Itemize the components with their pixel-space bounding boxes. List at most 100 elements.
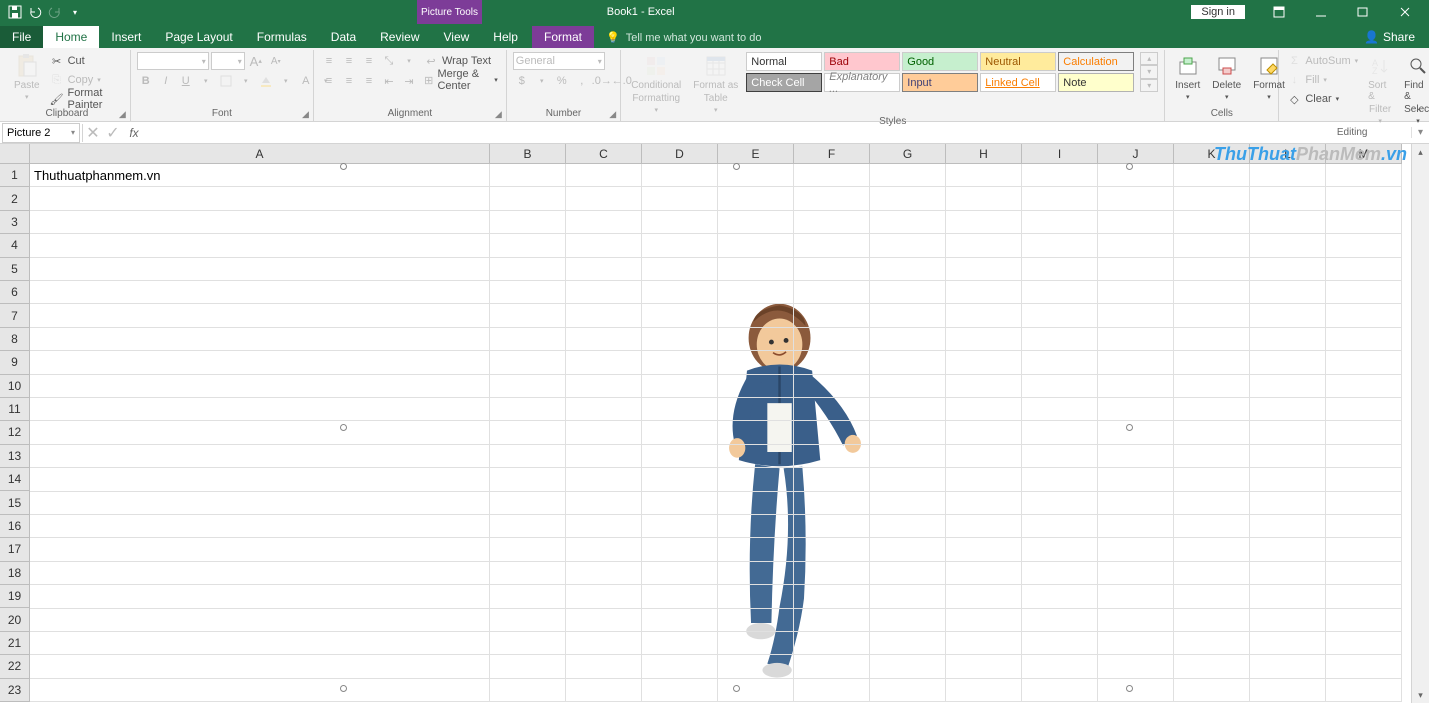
cell-C7[interactable] <box>566 304 642 327</box>
cell-C10[interactable] <box>566 375 642 398</box>
comma-format-icon[interactable]: , <box>573 72 591 90</box>
cell-E13[interactable] <box>718 445 794 468</box>
cell-F14[interactable] <box>794 468 870 491</box>
tab-format[interactable]: Format <box>532 26 594 48</box>
cell-K17[interactable] <box>1174 538 1250 561</box>
number-launcher-icon[interactable]: ◢ <box>609 109 616 120</box>
cell-F19[interactable] <box>794 585 870 608</box>
cell-H12[interactable] <box>946 421 1022 444</box>
conditional-formatting-button[interactable]: ConditionalFormatting▾ <box>627 52 685 116</box>
row-header-1[interactable]: 1 <box>0 164 30 187</box>
cell-G18[interactable] <box>870 562 946 585</box>
fill-button[interactable]: ↓Fill▾ <box>1285 71 1360 89</box>
cell-H18[interactable] <box>946 562 1022 585</box>
cell-B3[interactable] <box>490 211 566 234</box>
cell-E21[interactable] <box>718 632 794 655</box>
cell-I2[interactable] <box>1022 187 1098 210</box>
undo-icon[interactable] <box>28 5 42 19</box>
cell-B1[interactable] <box>490 164 566 187</box>
col-header-L[interactable]: L <box>1250 144 1326 164</box>
cell-D11[interactable] <box>642 398 718 421</box>
col-header-G[interactable]: G <box>870 144 946 164</box>
cell-J21[interactable] <box>1098 632 1174 655</box>
cell-K16[interactable] <box>1174 515 1250 538</box>
cell-G8[interactable] <box>870 328 946 351</box>
save-icon[interactable] <box>8 5 22 19</box>
style-normal[interactable]: Normal <box>746 52 822 71</box>
cell-L14[interactable] <box>1250 468 1326 491</box>
cell-H22[interactable] <box>946 655 1022 678</box>
cell-M12[interactable] <box>1326 421 1402 444</box>
cell-B18[interactable] <box>490 562 566 585</box>
cell-M18[interactable] <box>1326 562 1402 585</box>
cell-G23[interactable] <box>870 679 946 702</box>
cell-L2[interactable] <box>1250 187 1326 210</box>
cell-A10[interactable] <box>30 375 490 398</box>
col-header-I[interactable]: I <box>1022 144 1098 164</box>
cell-G21[interactable] <box>870 632 946 655</box>
cell-I15[interactable] <box>1022 492 1098 515</box>
cell-I5[interactable] <box>1022 258 1098 281</box>
cell-G17[interactable] <box>870 538 946 561</box>
cell-C8[interactable] <box>566 328 642 351</box>
cell-L8[interactable] <box>1250 328 1326 351</box>
cell-F22[interactable] <box>794 655 870 678</box>
cell-A12[interactable] <box>30 421 490 444</box>
cell-L18[interactable] <box>1250 562 1326 585</box>
cell-L20[interactable] <box>1250 609 1326 632</box>
align-right-icon[interactable]: ≡ <box>360 72 378 90</box>
qat-customize-icon[interactable]: ▾ <box>68 5 82 19</box>
row-header-13[interactable]: 13 <box>0 445 30 468</box>
cell-I13[interactable] <box>1022 445 1098 468</box>
cell-B13[interactable] <box>490 445 566 468</box>
cell-M1[interactable] <box>1326 164 1402 187</box>
cell-L4[interactable] <box>1250 234 1326 257</box>
cell-H16[interactable] <box>946 515 1022 538</box>
bold-button[interactable]: B <box>137 72 155 90</box>
cell-B11[interactable] <box>490 398 566 421</box>
cell-G3[interactable] <box>870 211 946 234</box>
cell-F1[interactable] <box>794 164 870 187</box>
cell-C16[interactable] <box>566 515 642 538</box>
cell-F4[interactable] <box>794 234 870 257</box>
cell-G13[interactable] <box>870 445 946 468</box>
col-header-A[interactable]: A <box>30 144 490 164</box>
cell-M22[interactable] <box>1326 655 1402 678</box>
collapse-ribbon-icon[interactable]: ⌃ <box>1415 108 1423 119</box>
cell-I14[interactable] <box>1022 468 1098 491</box>
cell-M10[interactable] <box>1326 375 1402 398</box>
cell-M5[interactable] <box>1326 258 1402 281</box>
cell-K13[interactable] <box>1174 445 1250 468</box>
cell-J1[interactable] <box>1098 164 1174 187</box>
cell-F11[interactable] <box>794 398 870 421</box>
insert-cells-button[interactable]: Insert▾ <box>1171 52 1204 103</box>
cell-B8[interactable] <box>490 328 566 351</box>
percent-format-icon[interactable]: % <box>553 72 571 90</box>
cell-F16[interactable] <box>794 515 870 538</box>
cell-E10[interactable] <box>718 375 794 398</box>
cell-K1[interactable] <box>1174 164 1250 187</box>
cell-L15[interactable] <box>1250 492 1326 515</box>
cell-J22[interactable] <box>1098 655 1174 678</box>
cell-A14[interactable] <box>30 468 490 491</box>
cell-L16[interactable] <box>1250 515 1326 538</box>
cell-B21[interactable] <box>490 632 566 655</box>
cell-A20[interactable] <box>30 609 490 632</box>
cell-D13[interactable] <box>642 445 718 468</box>
row-header-21[interactable]: 21 <box>0 632 30 655</box>
cell-D23[interactable] <box>642 679 718 702</box>
decrease-indent-icon[interactable]: ⇤ <box>380 72 398 90</box>
row-header-23[interactable]: 23 <box>0 679 30 702</box>
cell-J20[interactable] <box>1098 609 1174 632</box>
increase-font-button[interactable]: A▴ <box>247 52 265 70</box>
cell-G9[interactable] <box>870 351 946 374</box>
cell-D15[interactable] <box>642 492 718 515</box>
cell-E18[interactable] <box>718 562 794 585</box>
accounting-format-icon[interactable]: $ <box>513 72 531 90</box>
cell-K19[interactable] <box>1174 585 1250 608</box>
cell-B7[interactable] <box>490 304 566 327</box>
cell-M8[interactable] <box>1326 328 1402 351</box>
cell-J3[interactable] <box>1098 211 1174 234</box>
cell-G12[interactable] <box>870 421 946 444</box>
row-header-12[interactable]: 12 <box>0 421 30 444</box>
